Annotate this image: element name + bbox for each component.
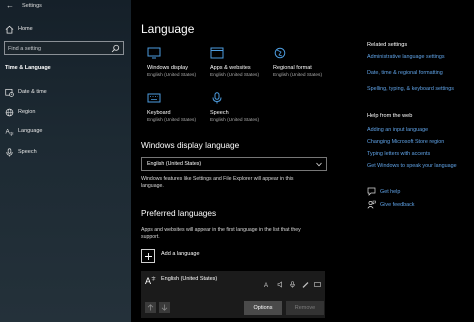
help-link[interactable]: Adding an input language bbox=[367, 127, 428, 133]
dropdown-value: English (United States) bbox=[147, 161, 202, 167]
sidebar-item-language[interactable]: A 字 Language bbox=[0, 124, 131, 138]
tile-windows-display[interactable]: Windows display English (United States) bbox=[147, 47, 211, 87]
related-link[interactable]: Spelling, typing, & keyboard settings bbox=[367, 86, 454, 92]
tile-value: English (United States) bbox=[147, 73, 197, 78]
tile-name: Windows display bbox=[147, 65, 188, 71]
microphone-icon bbox=[212, 92, 222, 104]
move-up-button[interactable] bbox=[145, 302, 156, 313]
svg-text:字: 字 bbox=[152, 275, 156, 281]
settings-search[interactable] bbox=[4, 41, 124, 55]
svg-text:A: A bbox=[145, 276, 151, 286]
help-link[interactable]: Typing letters with accents bbox=[367, 151, 430, 157]
display-language-heading: Windows display language bbox=[141, 140, 240, 150]
get-help-link[interactable]: Get help bbox=[380, 189, 400, 195]
plus-icon bbox=[145, 253, 152, 260]
search-input[interactable] bbox=[8, 44, 108, 53]
handwriting-icon bbox=[302, 282, 308, 288]
tile-value: English (United States) bbox=[210, 118, 260, 123]
globe-icon bbox=[5, 108, 14, 117]
give-feedback-link[interactable]: Give feedback bbox=[380, 202, 414, 208]
tile-name: Keyboard bbox=[147, 110, 171, 116]
tile-name: Speech bbox=[210, 110, 229, 116]
preferred-languages-note: Apps and websites will appear in the fir… bbox=[141, 227, 301, 233]
globe-format-icon bbox=[274, 47, 286, 59]
feedback-person-icon bbox=[367, 200, 376, 209]
tile-apps-websites[interactable]: Apps & websites English (United States) bbox=[210, 47, 274, 87]
sidebar-item-date-time[interactable]: Date & time bbox=[0, 85, 131, 99]
text-to-speech-icon bbox=[277, 281, 282, 288]
tile-speech[interactable]: Speech English (United States) bbox=[210, 92, 274, 132]
add-language-label[interactable]: Add a language bbox=[161, 251, 200, 257]
tile-name: Apps & websites bbox=[210, 65, 251, 71]
nav-home-label: Home bbox=[18, 26, 33, 32]
language-name: English (United States) bbox=[161, 276, 218, 282]
tile-value: English (United States) bbox=[210, 73, 260, 78]
sidebar-item-label: Date & time bbox=[18, 89, 47, 95]
speech-recognition-icon bbox=[290, 281, 295, 288]
chat-bubble-icon bbox=[367, 187, 376, 196]
keyboard-feature-icon bbox=[314, 282, 321, 287]
help-link[interactable]: Get Windows to speak your language bbox=[367, 163, 457, 169]
content-pane: Language Windows display English (United… bbox=[131, 0, 474, 322]
back-arrow-icon[interactable]: ← bbox=[6, 2, 14, 10]
search-icon[interactable] bbox=[111, 44, 120, 53]
clock-calendar-icon bbox=[5, 88, 14, 97]
navigation-pane: ← Settings Home Time & Language Date & t… bbox=[0, 0, 131, 322]
tile-name: Regional format bbox=[273, 65, 312, 71]
chevron-down-icon bbox=[316, 162, 322, 167]
section-title: Time & Language bbox=[5, 65, 51, 71]
language-features: A bbox=[263, 275, 321, 288]
nav-home[interactable]: Home bbox=[0, 22, 131, 36]
move-down-button[interactable] bbox=[159, 302, 170, 313]
page-title: Language bbox=[141, 22, 195, 36]
preferred-languages-heading: Preferred languages bbox=[141, 208, 217, 218]
options-button[interactable]: Options bbox=[244, 301, 282, 315]
sidebar-item-speech[interactable]: Speech bbox=[0, 145, 131, 159]
arrow-down-icon bbox=[161, 304, 168, 311]
language-icon: A 字 bbox=[145, 275, 156, 286]
add-language-button[interactable] bbox=[141, 249, 155, 263]
preferred-languages-note: support. bbox=[141, 234, 160, 240]
svg-text:A: A bbox=[264, 283, 268, 288]
related-link[interactable]: Date, time & regional formatting bbox=[367, 70, 443, 76]
display-language-note: language. bbox=[141, 183, 164, 189]
title-bar: ← Settings bbox=[0, 0, 131, 14]
sidebar-item-region[interactable]: Region bbox=[0, 105, 131, 119]
display-language-feature-icon: A bbox=[264, 283, 268, 288]
keyboard-icon bbox=[147, 93, 161, 103]
help-heading: Help from the web bbox=[367, 113, 413, 119]
arrow-up-icon bbox=[147, 304, 154, 311]
remove-button[interactable]: Remove bbox=[286, 301, 324, 315]
microphone-icon bbox=[6, 148, 13, 157]
language-list-item[interactable]: A 字 English (United States) A Options Re… bbox=[141, 271, 325, 318]
language-icon: A 字 bbox=[5, 128, 14, 136]
sidebar-item-label: Speech bbox=[18, 149, 37, 155]
sidebar-item-label: Language bbox=[18, 128, 43, 134]
display-language-note: Windows features like Settings and File … bbox=[141, 176, 294, 182]
monitor-icon bbox=[147, 47, 161, 59]
app-window-icon bbox=[210, 47, 224, 59]
help-link[interactable]: Changing Microsoft Store region bbox=[367, 139, 444, 145]
app-title: Settings bbox=[22, 3, 42, 9]
related-link[interactable]: Administrative language settings bbox=[367, 54, 445, 60]
svg-text:字: 字 bbox=[10, 131, 14, 136]
display-language-dropdown[interactable]: English (United States) bbox=[141, 157, 327, 171]
tile-value: English (United States) bbox=[273, 73, 323, 78]
tile-keyboard[interactable]: Keyboard English (United States) bbox=[147, 92, 211, 132]
tile-regional-format[interactable]: Regional format English (United States) bbox=[273, 47, 337, 87]
sidebar-item-label: Region bbox=[18, 109, 36, 115]
tile-value: English (United States) bbox=[147, 118, 197, 123]
home-icon bbox=[5, 25, 14, 34]
related-settings-heading: Related settings bbox=[367, 42, 408, 48]
